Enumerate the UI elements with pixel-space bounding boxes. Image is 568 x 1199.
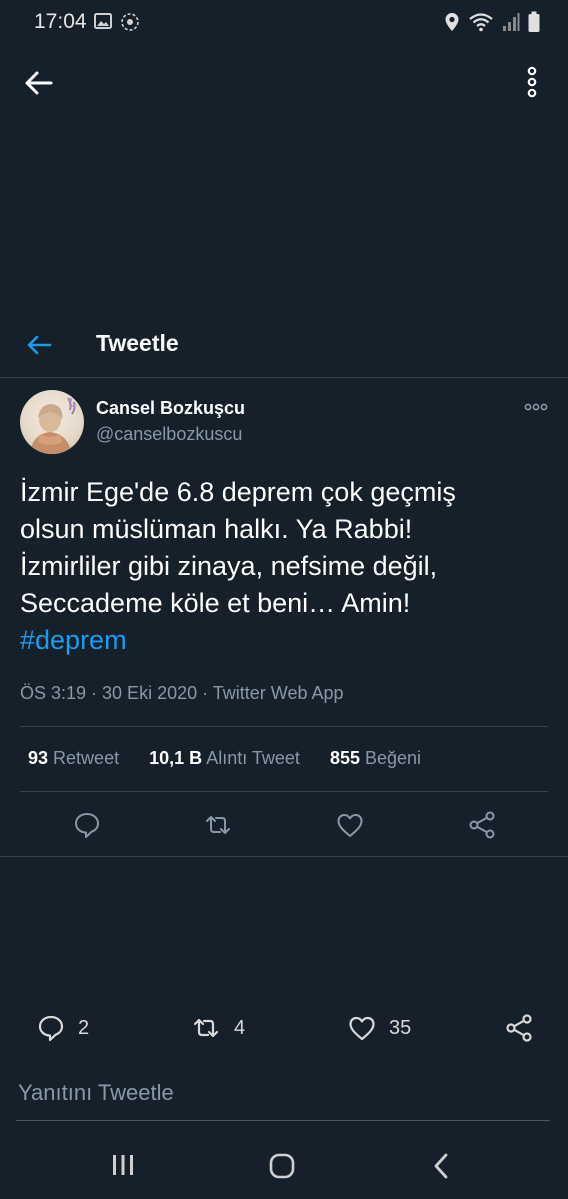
signal-icon — [503, 13, 520, 31]
author-display-name[interactable]: Cansel Bozkuşcu — [96, 398, 245, 419]
status-right-icons — [444, 11, 540, 33]
wifi-icon — [469, 13, 493, 32]
tweet-options-icon[interactable] — [524, 400, 548, 414]
hashtag-link[interactable]: #deprem — [20, 622, 550, 659]
tweet-text: İzmir Ege'de 6.8 deprem çok geçmiş olsun… — [20, 474, 550, 659]
tweet-page-header: Tweetle — [0, 318, 568, 378]
reply-count: 2 — [78, 1016, 90, 1039]
location-icon — [445, 13, 459, 31]
bottom-retweet-button[interactable]: 4 — [190, 1013, 245, 1043]
bottom-reply-button[interactable]: 2 — [36, 1013, 89, 1043]
reply-input-underline — [16, 1120, 550, 1121]
status-bar: 17:04 — [0, 0, 568, 44]
retweet-icon — [193, 1018, 219, 1038]
quote-stat[interactable]: 10,1 B Alıntı Tweet — [149, 748, 305, 768]
like-count: 855 — [329, 748, 360, 768]
gallery-icon — [94, 13, 112, 29]
status-time: 17:04 — [34, 10, 87, 33]
status-left-icons — [94, 12, 140, 32]
page-title: Tweetle — [96, 330, 179, 356]
divider — [20, 726, 548, 727]
like-count: 35 — [389, 1016, 412, 1039]
battery-icon — [528, 11, 540, 32]
like-icon[interactable] — [335, 810, 365, 840]
divider — [20, 791, 548, 792]
tweet-timestamp[interactable]: ÖS 3:19 · 30 Eki 2020 · Twitter Web App — [20, 683, 344, 704]
retweet-count: 4 — [234, 1016, 246, 1039]
retweet-count: 93 — [28, 748, 49, 768]
tweet-stats: 93 Retweet 10,1 B Alıntı Tweet 855 Beğen… — [28, 748, 421, 769]
bottom-share-icon[interactable] — [504, 1013, 534, 1043]
reply-input[interactable]: Yanıtını Tweetle — [18, 1080, 174, 1106]
quote-label: Alıntı Tweet — [206, 748, 300, 768]
share-icon[interactable] — [467, 810, 497, 840]
tweet-text-line: Seccademe köle et beni… Amin! — [20, 588, 411, 618]
reply-icon[interactable] — [72, 810, 102, 840]
system-nav-bar — [0, 1128, 568, 1199]
tweet-text-line: olsun müslüman halkı. Ya Rabbi! — [20, 514, 413, 544]
like-icon — [349, 1016, 375, 1041]
system-back-icon[interactable] — [430, 1152, 452, 1180]
reply-icon — [38, 1015, 64, 1042]
bottom-like-button[interactable]: 35 — [347, 1013, 411, 1043]
tweet-text-line: İzmir Ege'de 6.8 deprem çok geçmiş — [20, 477, 456, 507]
like-stat[interactable]: 855 Beğeni — [330, 748, 421, 768]
back-arrow-icon[interactable] — [22, 66, 56, 100]
avatar[interactable] — [20, 390, 84, 454]
home-icon[interactable] — [268, 1152, 296, 1180]
avatar-image — [30, 397, 76, 454]
author-handle[interactable]: @canselbozkuscu — [96, 424, 242, 445]
tweet-text-line: İzmirliler gibi zinaya, nefsime değil, — [20, 551, 438, 581]
sync-icon — [121, 13, 139, 31]
more-options-icon[interactable] — [522, 66, 542, 100]
header-back-icon[interactable] — [24, 330, 54, 360]
retweet-icon[interactable] — [203, 810, 233, 840]
retweet-stat[interactable]: 93 Retweet — [28, 748, 124, 768]
retweet-label: Retweet — [53, 748, 120, 768]
like-label: Beğeni — [365, 748, 422, 768]
recent-apps-icon[interactable] — [110, 1152, 136, 1178]
divider — [0, 856, 568, 857]
quote-count: 10,1 B — [149, 748, 203, 768]
